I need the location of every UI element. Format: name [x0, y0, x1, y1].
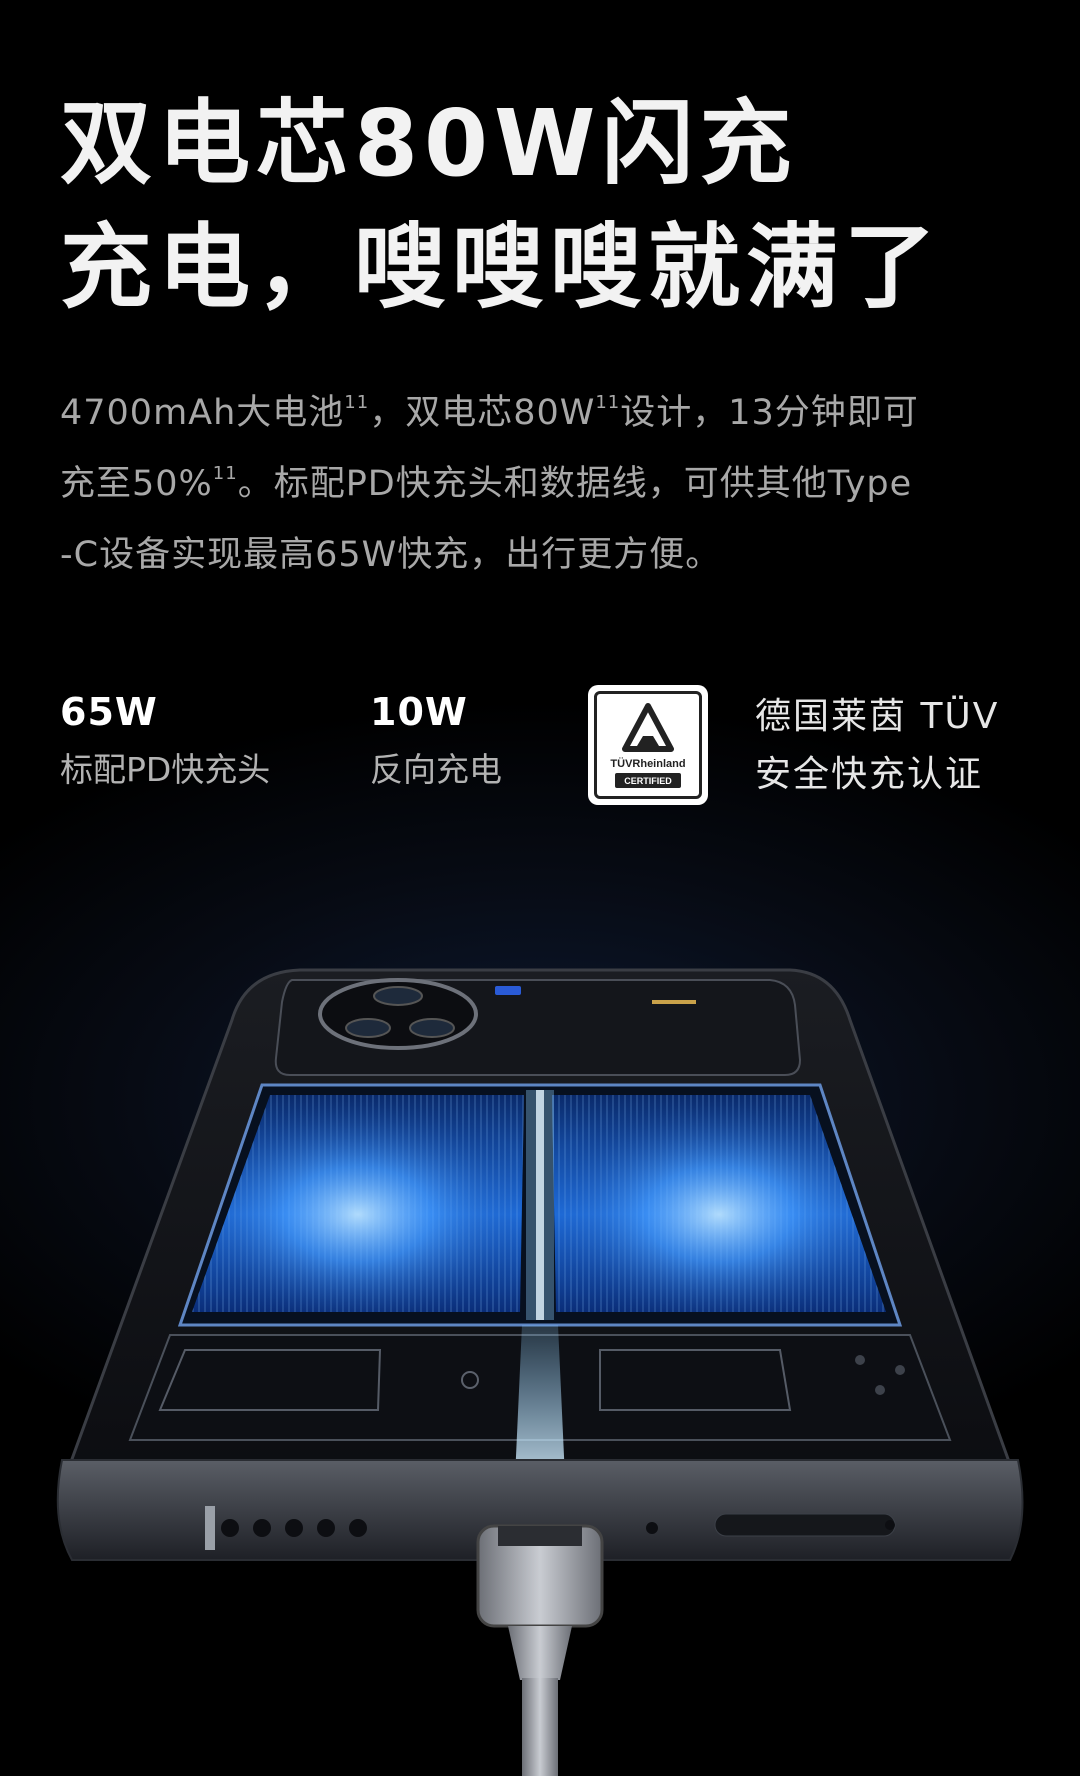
product-feature-page: 双电芯80W闪充 充电，嗖嗖嗖就满了 4700mAh大电池11，双电芯80W11… — [0, 0, 1080, 1776]
series-badge-icon — [652, 1000, 696, 1004]
description-line-2: 充至50%11。标配PD快充头和数据线，可供其他Type — [60, 463, 913, 504]
camera-lens-icon — [409, 1018, 455, 1038]
spec-label: 反向充电 — [370, 750, 502, 789]
description-line-3: -C设备实现最高65W快充，出行更方便。 — [60, 535, 722, 575]
camera-lens-icon — [345, 1018, 391, 1038]
spec-row: 65W 标配PD快充头 10W 反向充电 TÜVRheinland CERTIF… — [60, 685, 1020, 818]
zeiss-logo-icon — [495, 986, 521, 995]
spec-value: 10W — [370, 690, 468, 734]
spec-charger: 65W 标配PD快充头 — [60, 688, 270, 800]
description-line-1: 4700mAh大电池11，双电芯80W11设计，13分钟即可 — [60, 392, 919, 433]
speaker-grille-icon — [349, 1519, 367, 1537]
certification-text: 德国莱茵 TÜV 安全快充认证 — [755, 688, 999, 804]
speaker-grille-icon — [221, 1519, 239, 1537]
footnote-marker: 11 — [595, 392, 621, 413]
speaker-grille-icon — [285, 1519, 303, 1537]
speaker-grille-icon — [317, 1519, 335, 1537]
usb-cable — [522, 1678, 558, 1776]
camera-lens-icon — [373, 986, 423, 1006]
sim-tray-icon — [714, 1513, 896, 1537]
headline: 双电芯80W闪充 充电，嗖嗖嗖就满了 — [60, 82, 1020, 330]
phone-battery-charging-illustration — [56, 968, 1024, 1776]
spec-value: 65W — [60, 690, 158, 734]
speaker-grille-icon — [253, 1519, 271, 1537]
badge-brand-text: TÜVRheinland — [610, 757, 685, 770]
headline-line-1: 双电芯80W闪充 — [60, 90, 798, 197]
description: 4700mAh大电池11，双电芯80W11设计，13分钟即可 充至50%11。标… — [60, 378, 1020, 591]
headline-line-2: 充电，嗖嗖嗖就满了 — [60, 214, 943, 321]
spec-label: 标配PD快充头 — [60, 750, 271, 789]
spec-reverse-charging: 10W 反向充电 — [370, 688, 502, 800]
footnote-marker: 11 — [344, 392, 370, 413]
footnote-marker: 11 — [212, 463, 238, 484]
tuv-triangle-icon: TÜVRheinland CERTIFIED — [610, 703, 686, 788]
tuv-rheinland-badge: TÜVRheinland CERTIFIED — [588, 685, 708, 805]
certification-line-2: 安全快充认证 — [755, 754, 984, 795]
badge-status-text: CERTIFIED — [624, 776, 672, 786]
microphone-icon — [646, 1522, 658, 1534]
certification-line-1: 德国莱茵 TÜV — [755, 696, 1000, 737]
